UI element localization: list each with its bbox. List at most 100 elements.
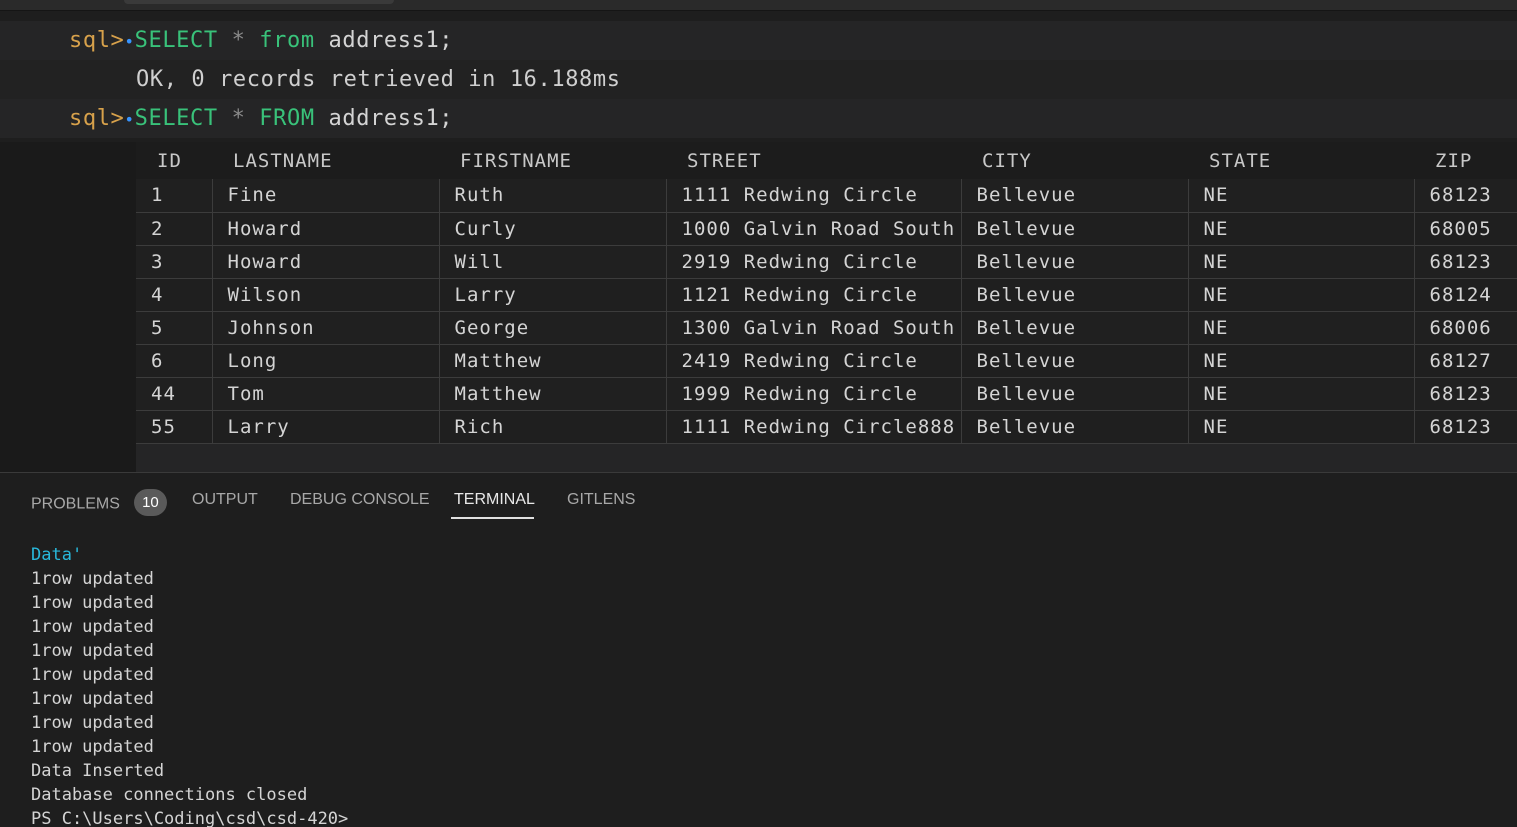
table-row[interactable]: 6 Long Matthew 2419 Redwing Circle Belle… (136, 344, 1517, 378)
cell-zip: 68006 (1413, 311, 1517, 345)
sql-prompt: sql> (69, 28, 125, 53)
keyword-select: SELECT (134, 28, 218, 53)
column-header-lastname[interactable]: LASTNAME (212, 142, 439, 179)
column-header-state[interactable]: STATE (1188, 142, 1414, 179)
cell-lastname: Long (211, 344, 439, 378)
terminal-line: Data' (31, 545, 83, 565)
cell-city: Bellevue (960, 311, 1188, 345)
table-row[interactable]: 3 Howard Will 2919 Redwing Circle Bellev… (136, 245, 1517, 279)
terminal-line: Database connections closed (31, 785, 308, 805)
query-result-message: OK, 0 records retrieved in 16.188ms (136, 67, 621, 92)
cell-status-dot: • (124, 110, 135, 129)
terminal-line: 1row updated (31, 617, 154, 637)
terminal-line: 1row updated (31, 641, 154, 661)
query-results-grid[interactable]: ID LASTNAME FIRSTNAME STREET CITY STATE … (136, 142, 1517, 472)
bottom-panel: PROBLEMS 10 OUTPUT DEBUG CONSOLE TERMINAL… (0, 472, 1517, 827)
cell-zip: 68124 (1413, 278, 1517, 312)
tab-debug-console[interactable]: DEBUG CONSOLE (290, 491, 430, 509)
cell-status-dot: • (124, 32, 135, 51)
cell-lastname: Johnson (211, 311, 439, 345)
cell-lastname: Tom (211, 377, 439, 411)
table-row[interactable]: 44 Tom Matthew 1999 Redwing Circle Belle… (136, 377, 1517, 411)
cell-state: NE (1187, 344, 1414, 378)
editor-tab-stub[interactable] (124, 0, 394, 4)
terminal-line: 1row updated (31, 737, 154, 757)
terminal-line: 1row updated (31, 569, 154, 589)
tab-problems[interactable]: PROBLEMS 10 (31, 489, 167, 518)
terminal-output[interactable]: Data' 1row updated 1row updated 1row update… (31, 543, 348, 827)
cell-street: 1121 Redwing Circle (665, 278, 961, 312)
cell-zip: 68005 (1413, 212, 1517, 246)
results-gutter (0, 142, 136, 472)
cell-firstname: Rich (438, 410, 666, 444)
tab-output[interactable]: OUTPUT (192, 491, 258, 509)
cell-lastname: Howard (211, 212, 439, 246)
cell-city: Bellevue (960, 245, 1188, 279)
panel-tab-bar: PROBLEMS 10 OUTPUT DEBUG CONSOLE TERMINAL… (0, 473, 1517, 523)
cell-firstname: Curly (438, 212, 666, 246)
active-tab-indicator (451, 517, 534, 519)
column-header-street[interactable]: STREET (666, 142, 961, 179)
terminal-prompt[interactable]: PS C:\Users\Coding\csd\csd-420> (31, 807, 348, 827)
editor-tab-strip (0, 0, 1517, 11)
cell-street: 1999 Redwing Circle (665, 377, 961, 411)
cell-city: Bellevue (960, 344, 1188, 378)
cell-state: NE (1187, 278, 1414, 312)
table-row[interactable]: 4 Wilson Larry 1121 Redwing Circle Belle… (136, 278, 1517, 312)
cell-street: 1300 Galvin Road South (665, 311, 961, 345)
table-row[interactable]: 5 Johnson George 1300 Galvin Road South … (136, 311, 1517, 345)
cell-state: NE (1187, 245, 1414, 279)
cell-zip: 68123 (1413, 179, 1517, 213)
cell-firstname: Will (438, 245, 666, 279)
semicolon: ; (439, 106, 454, 131)
sql-cell-1-code[interactable]: sql>•SELECT * from address1; (69, 28, 453, 53)
cell-zip: 68123 (1413, 245, 1517, 279)
keyword-from: from (259, 28, 315, 53)
cell-zip: 68127 (1413, 344, 1517, 378)
column-header-id[interactable]: ID (136, 142, 212, 179)
tab-terminal[interactable]: TERMINAL (454, 491, 535, 509)
cell-lastname: Larry (211, 410, 439, 444)
column-header-city[interactable]: CITY (961, 142, 1188, 179)
cell-street: 1111 Redwing Circle (665, 179, 961, 213)
cell-firstname: Larry (438, 278, 666, 312)
cell-city: Bellevue (960, 179, 1188, 213)
table-row[interactable]: 1 Fine Ruth 1111 Redwing Circle Bellevue… (136, 179, 1517, 213)
cell-street: 2419 Redwing Circle (665, 344, 961, 378)
column-header-zip[interactable]: ZIP (1414, 142, 1517, 179)
cell-id: 44 (136, 377, 212, 411)
terminal-line: 1row updated (31, 689, 154, 709)
sql-cell-1-input[interactable]: sql>•SELECT * from address1; (0, 21, 1517, 60)
cell-id: 3 (136, 245, 212, 279)
keyword-select: SELECT (134, 106, 218, 131)
semicolon: ; (439, 28, 454, 53)
table-row[interactable]: 55 Larry Rich 1111 Redwing Circle888 Bel… (136, 410, 1517, 444)
cell-firstname: George (438, 311, 666, 345)
cell-city: Bellevue (960, 377, 1188, 411)
cell-zip: 68123 (1413, 410, 1517, 444)
cell-state: NE (1187, 311, 1414, 345)
sql-cell-2-code[interactable]: sql>•SELECT * FROM address1; (69, 106, 453, 131)
cell-id: 6 (136, 344, 212, 378)
cell-state: NE (1187, 377, 1414, 411)
sql-cell-2-input[interactable]: sql>•SELECT * FROM address1; (0, 99, 1517, 138)
cell-city: Bellevue (960, 278, 1188, 312)
table-row[interactable]: 2 Howard Curly 1000 Galvin Road South Be… (136, 212, 1517, 246)
cell-lastname: Wilson (211, 278, 439, 312)
cell-id: 5 (136, 311, 212, 345)
cell-firstname: Matthew (438, 344, 666, 378)
cell-lastname: Fine (211, 179, 439, 213)
wildcard: * (231, 106, 246, 131)
cell-state: NE (1187, 410, 1414, 444)
keyword-from: FROM (259, 106, 315, 131)
column-header-firstname[interactable]: FIRSTNAME (439, 142, 666, 179)
terminal-line: 1row updated (31, 665, 154, 685)
tab-problems-label: PROBLEMS (31, 495, 120, 513)
sql-cell-1-output: OK, 0 records retrieved in 16.188ms (0, 60, 1517, 99)
tab-gitlens[interactable]: GITLENS (567, 491, 635, 509)
cell-zip: 68123 (1413, 377, 1517, 411)
cell-street: 1111 Redwing Circle888 (665, 410, 961, 444)
cell-id: 1 (136, 179, 212, 213)
problems-count-badge: 10 (133, 489, 167, 516)
cell-lastname: Howard (211, 245, 439, 279)
